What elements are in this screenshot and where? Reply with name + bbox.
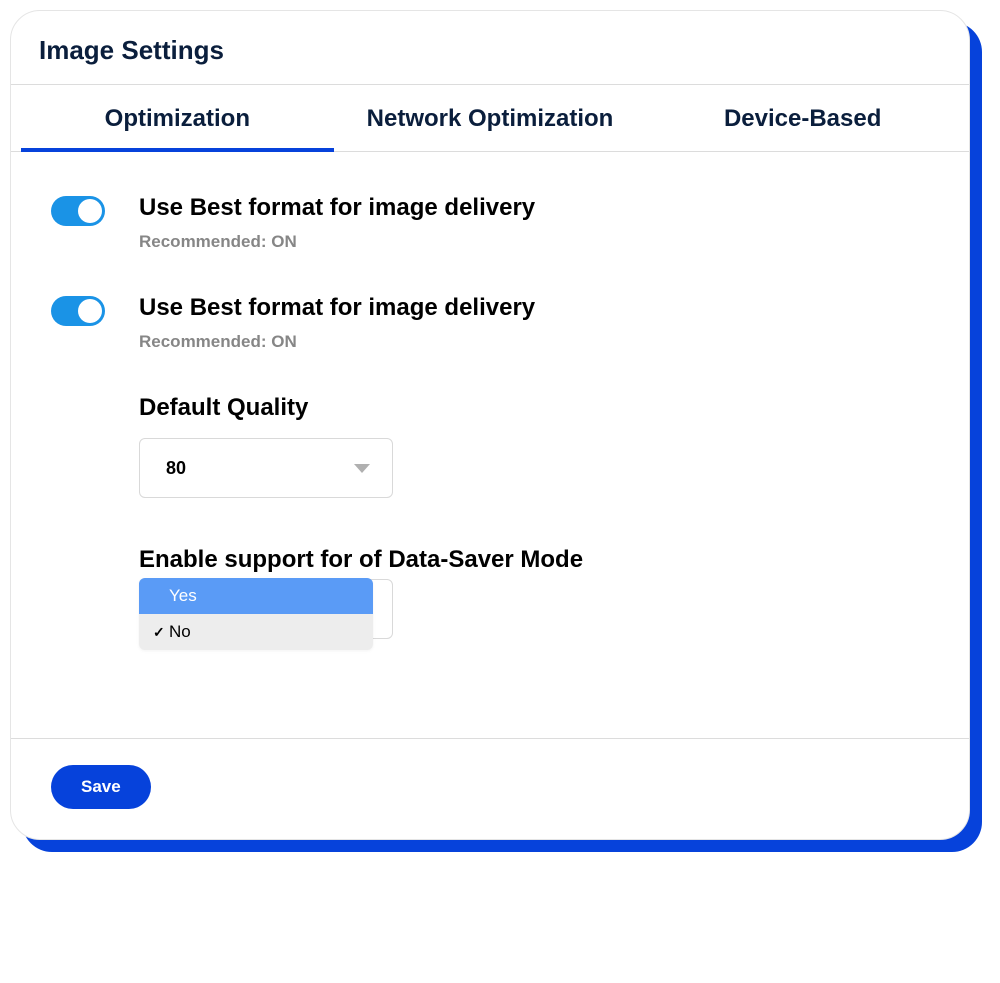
content-panel: Use Best format for image delivery Recom… [11, 152, 969, 730]
data-saver-block: Enable support for of Data-Saver Mode Ye… [139, 546, 929, 650]
toggle-knob-icon [78, 299, 102, 323]
tab-optimization[interactable]: Optimization [21, 85, 334, 151]
check-icon: ✓ [153, 624, 165, 640]
tabs: Optimization Network Optimization Device… [11, 85, 969, 152]
check-slot: ✓ [153, 622, 169, 642]
setting-best-format-2: Use Best format for image delivery Recom… [51, 294, 929, 352]
page-title: Image Settings [11, 35, 969, 84]
setting-best-format-1: Use Best format for image delivery Recom… [51, 194, 929, 252]
option-label-no: No [169, 622, 191, 642]
data-saver-label: Enable support for of Data-Saver Mode [139, 546, 929, 574]
default-quality-label: Default Quality [139, 394, 929, 422]
default-quality-value: 80 [166, 458, 186, 479]
save-button[interactable]: Save [51, 765, 151, 809]
chevron-down-icon [354, 464, 370, 473]
default-quality-select[interactable]: 80 [139, 438, 393, 498]
tab-device-based[interactable]: Device-Based [646, 85, 959, 151]
data-saver-option-yes[interactable]: Yes [139, 578, 373, 614]
toggle-best-format-2[interactable] [51, 296, 105, 326]
toggle-knob-icon [78, 199, 102, 223]
default-quality-block: Default Quality 80 [139, 394, 929, 498]
setting-label-1: Use Best format for image delivery [139, 194, 535, 222]
setting-text-1: Use Best format for image delivery Recom… [139, 194, 535, 252]
option-label-yes: Yes [169, 586, 197, 606]
footer: Save [11, 739, 969, 809]
data-saver-option-no[interactable]: ✓ No [139, 614, 373, 650]
setting-hint-2: Recommended: ON [139, 332, 535, 352]
settings-card: Image Settings Optimization Network Opti… [10, 10, 970, 840]
data-saver-dropdown-menu: Yes ✓ No [139, 578, 373, 650]
tab-network-optimization[interactable]: Network Optimization [334, 85, 647, 151]
toggle-best-format-1[interactable] [51, 196, 105, 226]
setting-label-2: Use Best format for image delivery [139, 294, 535, 322]
spacer [51, 680, 929, 720]
setting-text-2: Use Best format for image delivery Recom… [139, 294, 535, 352]
setting-hint-1: Recommended: ON [139, 232, 535, 252]
